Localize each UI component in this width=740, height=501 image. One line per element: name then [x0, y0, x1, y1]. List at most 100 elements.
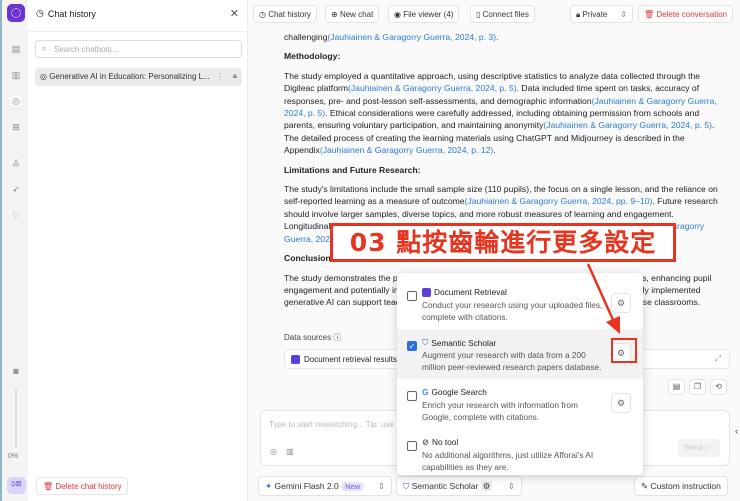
option-title: Google Search [431, 387, 487, 397]
copy-button[interactable]: ❐ [689, 379, 706, 395]
option-semantic-scholar[interactable]: ✓ ⛉ Semantic Scholar Augment your researc… [397, 329, 643, 379]
icon-rail: ▤ ▥ ◎ ⊞ ♙ ➶ ♡ ◙ 0% D窩 [0, 0, 28, 501]
section-heading: Limitations and Future Research: [284, 164, 421, 175]
label: Private [582, 10, 608, 19]
rocket-icon[interactable]: ➶ [11, 184, 21, 194]
users-icon[interactable]: ♙ [11, 158, 21, 168]
avatar[interactable]: D窩 [7, 477, 26, 494]
data-sources-label: Data sources ⓘ [284, 332, 341, 343]
help-icon[interactable]: ⓘ [333, 333, 341, 342]
history-item[interactable]: ◎ Generative AI in Education: Personaliz… [35, 68, 242, 86]
usage-slider [15, 388, 17, 448]
close-icon[interactable]: ✕ [230, 7, 239, 20]
citation-link[interactable]: (Jauhiainen & Garagorry Guerra, 2024, p.… [543, 120, 712, 130]
option-desc: Augment your research with data from a 2… [422, 350, 602, 372]
chevron-updown-icon: ⇕ [507, 481, 515, 491]
annotation-callout: 03 點按齒輪進行更多設定 [330, 223, 676, 262]
option-title: Document Retrieval [434, 287, 507, 297]
collapse-icon[interactable]: ‹ [735, 426, 738, 436]
tool-select[interactable]: ⛉ Semantic Scholar ⚙ ⇕ [396, 476, 522, 496]
lightbulb-icon[interactable]: ♡ [11, 210, 21, 220]
camera-icon[interactable]: ◙ [11, 366, 21, 376]
option-desc: Enrich your research with information fr… [422, 400, 578, 422]
label: Chat history [268, 10, 311, 19]
chat-icon[interactable]: ◎ [11, 96, 21, 106]
checkbox[interactable] [407, 291, 417, 301]
citation-link[interactable]: (Jauhiainen & Garagorry Guerra, 2024, pp… [465, 196, 653, 206]
document-icon[interactable]: ▤ [11, 44, 21, 54]
google-icon: G [422, 387, 429, 397]
paragraph: challenging(Jauhiainen & Garagorry Guerr… [284, 31, 720, 43]
expand-icon[interactable]: ⤢ [715, 354, 721, 364]
clock-icon: ◷ [36, 8, 44, 18]
label: Data sources [284, 333, 332, 342]
text: . [496, 32, 499, 42]
citation-link[interactable]: (Jauhiainen & Garagorry Guerra, 2024, p.… [327, 32, 496, 42]
delete-chat-history-button[interactable]: 🗑︎ Delete chat history [36, 477, 128, 495]
connect-files-button[interactable]: ▯ Connect files [470, 5, 535, 23]
option-desc: Conduct your research using your uploade… [422, 300, 603, 322]
clock-icon: ◷ [259, 10, 269, 19]
eye-icon: ◉ [394, 10, 404, 19]
chat-history-button[interactable]: ◷ Chat history [253, 5, 317, 23]
chevron-updown-icon: ⇕ [620, 10, 627, 19]
document-retrieval-icon [291, 355, 300, 364]
search-placeholder: Search chatbots... [54, 45, 119, 54]
apps-icon[interactable]: ⊞ [11, 122, 21, 132]
option-google-search[interactable]: G Google Search Enrich your research with… [397, 379, 643, 429]
add-note-button[interactable]: ▤ [668, 379, 685, 395]
new-chat-button[interactable]: ⊕ New chat [325, 5, 380, 23]
label: Semantic Scholar [411, 481, 479, 491]
paragraph: The study employed a quantitative approa… [284, 70, 720, 157]
file-icon: ▯ [476, 10, 483, 19]
app-logo[interactable] [7, 4, 25, 22]
option-title: Semantic Scholar [431, 337, 497, 348]
send-button[interactable]: Send ▷ [678, 439, 720, 457]
file-viewer-button[interactable]: ◉ File viewer (4) [388, 5, 460, 23]
section-heading: Methodology: [284, 51, 341, 62]
label: Document retrieval results [304, 355, 397, 364]
citation-link[interactable]: (Jauhiainen & Garagorry Guerra, 2024, p.… [348, 83, 517, 93]
checkbox[interactable] [407, 441, 417, 451]
chevron-updown-icon: ⇕ [377, 481, 385, 491]
chat-icon[interactable]: ◎ [270, 447, 277, 456]
chat-icon: ◎ [40, 72, 50, 81]
gear-highlight-box [611, 338, 637, 363]
lock-icon[interactable]: 🔒︎ [233, 71, 237, 81]
semantic-scholar-icon: ⛉ [422, 337, 429, 347]
option-document-retrieval[interactable]: Document Retrieval Conduct your research… [397, 279, 643, 329]
privacy-select[interactable]: 🔒︎ Private ⇕ [570, 5, 633, 23]
input-placeholder: Type to start researching... Tip: use [269, 420, 394, 429]
gear-icon[interactable]: ⚙ [611, 293, 631, 313]
label: Custom instruction [650, 481, 721, 491]
divider [28, 31, 247, 32]
option-no-tool[interactable]: ⊘ No tool No additional algorithms, just … [397, 429, 643, 479]
usage-percent: 0% [8, 453, 19, 460]
library-icon[interactable]: ▥ [11, 70, 21, 80]
label: Connect files [482, 10, 529, 19]
ban-icon: ⊘ [422, 437, 429, 447]
library-icon[interactable]: ▥ [286, 447, 294, 456]
more-icon[interactable]: ⋮ [216, 72, 224, 81]
trash-icon: 🗑︎ [644, 10, 657, 19]
delete-conversation-button[interactable]: 🗑︎ Delete conversation [638, 5, 734, 23]
model-select[interactable]: ✦ Gemini Flash 2.0 New ⇕ [258, 476, 392, 496]
citation-link[interactable]: (Jauhiainen & Garagorry Guerra, 2024, p.… [320, 145, 493, 155]
label: File viewer (4) [403, 10, 454, 19]
gear-icon[interactable]: ⚙ [611, 393, 631, 413]
checkbox[interactable]: ✓ [407, 341, 417, 351]
tool-popup: Document Retrieval Conduct your research… [397, 273, 643, 475]
document-retrieval-icon [422, 287, 431, 297]
custom-instruction-button[interactable]: ✎ Custom instruction [634, 476, 728, 496]
label: New chat [339, 10, 374, 19]
chat-history-sidebar: ◷ Chat history ✕ ⌕ Search chatbots... ◎ Ge… [28, 0, 248, 501]
search-icon: ⌕ [42, 44, 47, 53]
plus-icon: ⊕ [331, 10, 340, 19]
text: challenging [284, 32, 328, 42]
text: . [493, 145, 496, 156]
regenerate-button[interactable]: ⟲ [710, 379, 727, 395]
delete-label: Delete chat history [55, 482, 122, 491]
checkbox[interactable] [407, 391, 417, 401]
search-input[interactable]: ⌕ Search chatbots... [35, 40, 242, 58]
gear-icon[interactable]: ⚙ [480, 481, 493, 491]
